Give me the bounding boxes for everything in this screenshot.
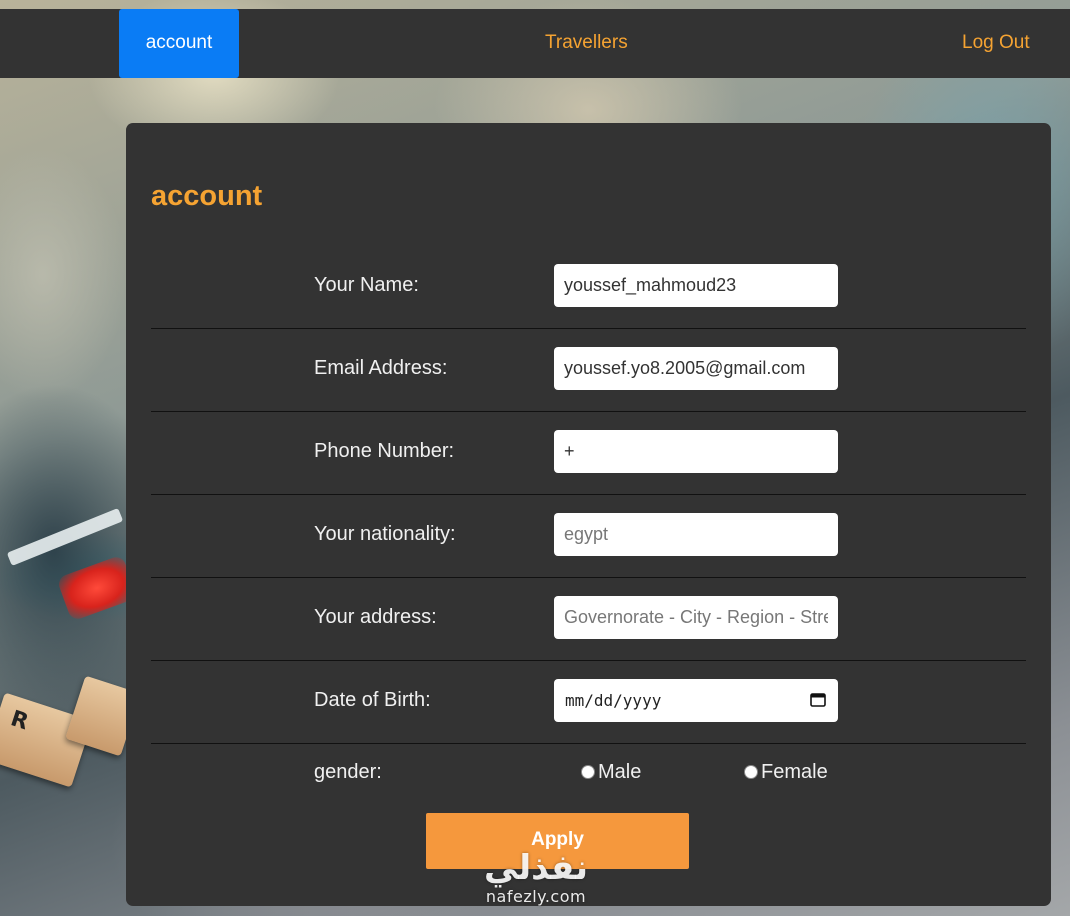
name-label: Your Name:	[314, 274, 419, 296]
male-radio-label: Male	[598, 761, 642, 783]
phone-input[interactable]	[554, 430, 838, 473]
address-label: Your address:	[314, 606, 437, 628]
page-title: account	[151, 180, 263, 212]
dob-date-input[interactable]: mm/dd/yyyy	[554, 679, 838, 722]
address-input[interactable]	[554, 596, 838, 639]
watermark-latin: nafezly.com	[485, 887, 587, 906]
account-panel: account Your Name: Email Address: Phone …	[126, 123, 1051, 906]
nav-travellers[interactable]: Travellers	[545, 9, 628, 78]
phone-label: Phone Number:	[314, 440, 455, 462]
email-input[interactable]	[554, 347, 838, 390]
female-radio-label: Female	[761, 761, 828, 783]
form-row-nationality: Your nationality:	[151, 494, 1026, 578]
form-row-phone: Phone Number:	[151, 411, 1026, 495]
form-row-name: Your Name:	[151, 245, 1026, 329]
calendar-icon[interactable]	[810, 692, 826, 707]
page-background: R account Travellers Log Out account You…	[0, 0, 1070, 916]
watermark-arabic: نفذلي	[483, 848, 589, 888]
gender-label: gender:	[314, 761, 382, 783]
nav-account[interactable]: account	[119, 9, 239, 78]
top-navbar: account Travellers Log Out	[0, 9, 1070, 78]
background-decoration	[6, 508, 124, 566]
gender-female-option[interactable]: Female	[744, 761, 828, 784]
form-row-dob: Date of Birth: mm/dd/yyyy	[151, 660, 1026, 744]
name-input[interactable]	[554, 264, 838, 307]
nationality-label: Your nationality:	[314, 523, 456, 545]
dob-label: Date of Birth:	[314, 689, 431, 711]
form-row-address: Your address:	[151, 577, 1026, 661]
email-label: Email Address:	[314, 357, 448, 379]
female-radio[interactable]	[744, 765, 758, 779]
dob-date-text: mm/dd/yyyy	[565, 691, 662, 710]
form-row-gender: gender: Male Female	[151, 750, 1026, 794]
form-row-email: Email Address:	[151, 328, 1026, 412]
nav-logout[interactable]: Log Out	[962, 9, 1030, 78]
watermark-logo: نفذلي nafezly.com	[466, 848, 606, 916]
male-radio[interactable]	[581, 765, 595, 779]
nationality-input[interactable]	[554, 513, 838, 556]
gender-male-option[interactable]: Male	[581, 761, 641, 784]
